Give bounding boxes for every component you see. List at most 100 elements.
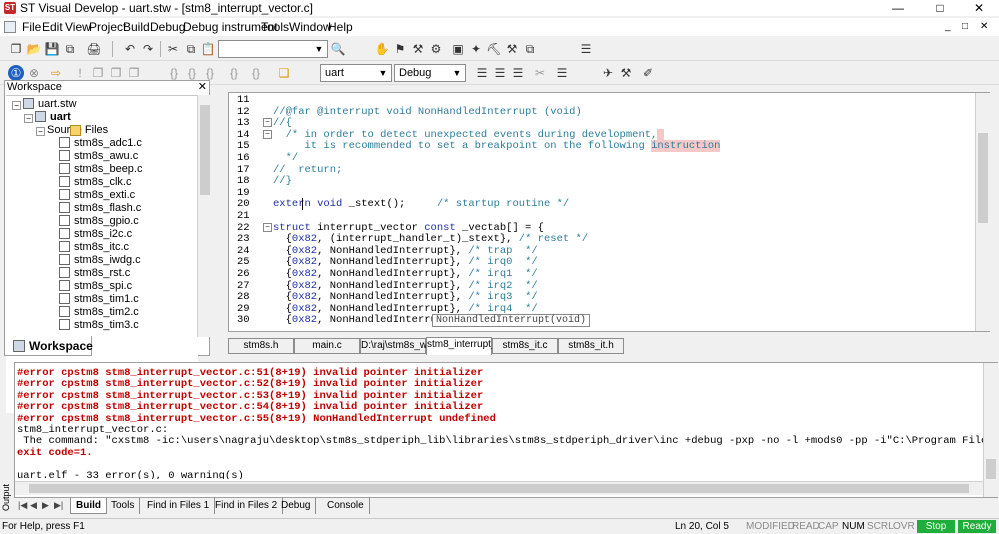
code-line[interactable]: 20 extern void _stext(); /* startup routi… (229, 198, 969, 210)
file-tab[interactable]: stm8s_it.h (558, 338, 624, 354)
code-line[interactable]: 25 {0x82, NonHandledInterrupt}, /* irq0 … (229, 256, 969, 268)
tree-item[interactable]: stm8s_adc1.c (48, 137, 142, 150)
output-vscrollbar[interactable] (983, 363, 998, 497)
file-tab[interactable]: stm8_interrupt_v... (426, 337, 509, 355)
file-tab[interactable]: stm8s_it.c (492, 338, 558, 354)
code-line[interactable]: 13 −//{ (229, 117, 969, 129)
code-editor[interactable]: 11 12 //@far @interrupt void NonHandledInt… (228, 92, 990, 332)
code-line[interactable]: 27 {0x82, NonHandledInterrupt}, /* irq2 … (229, 280, 969, 292)
output-tab[interactable]: Console (322, 498, 370, 514)
error-line[interactable]: #error cpstm8 stm8_interrupt_vector.c:54… (17, 401, 483, 413)
target-icon[interactable]: ✈ (600, 65, 616, 81)
scrollbar-thumb[interactable] (986, 459, 996, 479)
break-icon[interactable]: ! (72, 65, 88, 81)
code-line[interactable]: 24 {0x82, NonHandledInterrupt}, /* trap … (229, 245, 969, 257)
tree-expander-icon[interactable]: − (36, 127, 45, 136)
menu-window[interactable]: Window (289, 20, 332, 34)
menu-project[interactable]: Project (89, 20, 126, 34)
paste-icon[interactable]: 📋 (200, 41, 216, 57)
code-line[interactable]: 16 */ (229, 152, 969, 164)
tree-item[interactable]: stm8s_itc.c (48, 241, 129, 254)
chevron-down-icon[interactable]: ▼ (450, 66, 464, 80)
flag-icon[interactable]: ⚑ (392, 41, 408, 57)
print-icon[interactable]: 🖨 (86, 41, 102, 57)
output-text[interactable]: #error cpstm8 stm8_interrupt_vector.c:51… (17, 367, 985, 479)
chevron-down-icon[interactable]: ▼ (312, 42, 326, 56)
tree-expander-icon[interactable]: − (12, 101, 21, 110)
output-line[interactable]: stm8_interrupt_vector.c: (17, 424, 168, 436)
tree-item[interactable]: stm8s_iwdg.c (48, 254, 141, 267)
step-into-asm-icon[interactable]: {} (226, 65, 242, 81)
copy-icon[interactable]: ⧉ (183, 41, 199, 57)
code-line[interactable]: 26 {0x82, NonHandledInterrupt}, /* irq1 … (229, 268, 969, 280)
editor-scrollbar[interactable] (975, 93, 990, 331)
open-folder-icon[interactable]: 📂 (26, 41, 42, 57)
code-line[interactable]: 22 − struct interrupt_vector const _vectab… (229, 222, 969, 234)
cut-icon[interactable]: ✂ (165, 41, 181, 57)
output-tab[interactable]: Debug (276, 498, 317, 514)
config-combo[interactable]: Debug ▼ (394, 64, 466, 82)
step-over-asm-icon[interactable]: {} (248, 65, 264, 81)
code-line[interactable]: 12 //@far @interrupt void NonHandledInter… (229, 106, 969, 118)
close-icon[interactable]: ✕ (198, 80, 207, 93)
code-line[interactable]: 11 (229, 94, 969, 106)
code-area[interactable]: 11 12 //@far @interrupt void NonHandledInt… (229, 94, 975, 332)
file-tab[interactable]: D:\raj\stm8s_w... (360, 338, 435, 354)
child-restore-button[interactable]: □ (962, 21, 968, 32)
undo-icon[interactable]: ↶ (122, 41, 138, 57)
output-tab[interactable]: Find in Files 1 (142, 498, 216, 514)
tree-item[interactable]: stm8s_flash.c (48, 202, 141, 215)
workspace-scrollbar[interactable] (197, 95, 210, 337)
run-to-cursor-icon[interactable]: ❐ (126, 65, 142, 81)
output-tab[interactable]: Tools (106, 498, 141, 514)
program-icon[interactable]: ☰ (554, 65, 570, 81)
fold-toggle-icon[interactable]: − (263, 129, 272, 139)
code-line[interactable]: 17 // return; (229, 164, 969, 176)
fold-toggle-icon[interactable]: − (263, 222, 272, 232)
output-line[interactable]: The command: "cxstm8 -ic:\users\nagraju\… (17, 435, 985, 447)
menu-edit[interactable]: Edit (42, 20, 63, 34)
next-icon[interactable]: ▶ (42, 500, 49, 511)
error-line[interactable]: #error cpstm8 stm8_interrupt_vector.c:52… (17, 378, 483, 390)
rebuild-icon[interactable]: ⛏ (486, 41, 502, 57)
save-icon[interactable]: 💾 (44, 41, 60, 57)
chevron-down-icon[interactable]: ▼ (376, 66, 390, 80)
tree-item[interactable]: stm8s_clk.c (48, 176, 131, 189)
tool-icon[interactable]: ⚒ (410, 41, 426, 57)
code-line[interactable]: 19 (229, 187, 969, 199)
workspace-icon[interactable]: ☰ (578, 41, 594, 57)
tree-item[interactable]: stm8s_i2c.c (48, 228, 132, 241)
tree-item[interactable]: stm8s_tim2.c (48, 306, 139, 319)
scrollbar-thumb[interactable] (200, 105, 210, 195)
step-over-icon[interactable]: {} (184, 65, 200, 81)
tree-expander-icon[interactable]: − (24, 114, 33, 123)
run-icon[interactable]: ⇨ (48, 65, 64, 81)
reset-icon[interactable]: ❐ (90, 65, 106, 81)
scrollbar-thumb[interactable] (29, 484, 969, 493)
output-tab[interactable]: Find in Files 2 (210, 498, 284, 514)
code-line[interactable]: 28 {0x82, NonHandledInterrupt}, /* irq3 … (229, 291, 969, 303)
start-debug-icon[interactable]: ① (8, 65, 24, 81)
code-line[interactable]: 21 (229, 210, 969, 222)
error-line[interactable]: #error cpstm8 stm8_interrupt_vector.c:53… (17, 390, 483, 402)
first-icon[interactable]: |◀ (18, 500, 27, 511)
find-combo[interactable]: ▼ (218, 40, 328, 58)
project-combo[interactable]: uart ▼ (320, 64, 392, 82)
redo-icon[interactable]: ↷ (140, 41, 156, 57)
tool-settings-icon[interactable]: ⚒ (618, 65, 634, 81)
tree-item[interactable]: stm8s_beep.c (48, 163, 142, 176)
file-tab[interactable]: main.c (294, 338, 360, 354)
hand-icon[interactable]: ✋ (374, 41, 390, 57)
tree-item[interactable]: stm8s_awu.c (48, 150, 138, 163)
close-button[interactable]: ✕ (959, 0, 999, 16)
save-all-icon[interactable]: ⧉ (62, 41, 78, 57)
tree-item[interactable]: stm8s_tim1.c (48, 293, 139, 306)
restart-icon[interactable]: ❐ (108, 65, 124, 81)
code-line[interactable]: 18 //} (229, 175, 969, 187)
tree-item[interactable]: − Source Files (36, 124, 108, 137)
error-line[interactable]: #error cpstm8 stm8_interrupt_vector.c:55… (17, 413, 496, 425)
compile-icon[interactable]: ▣ (450, 41, 466, 57)
code-line[interactable]: 30 {0x82, NonHandledInterrup (229, 314, 969, 326)
code-line[interactable]: 29 {0x82, NonHandledInterrupt}, /* irq4 … (229, 303, 969, 315)
tree-item[interactable]: − uart (24, 111, 71, 124)
